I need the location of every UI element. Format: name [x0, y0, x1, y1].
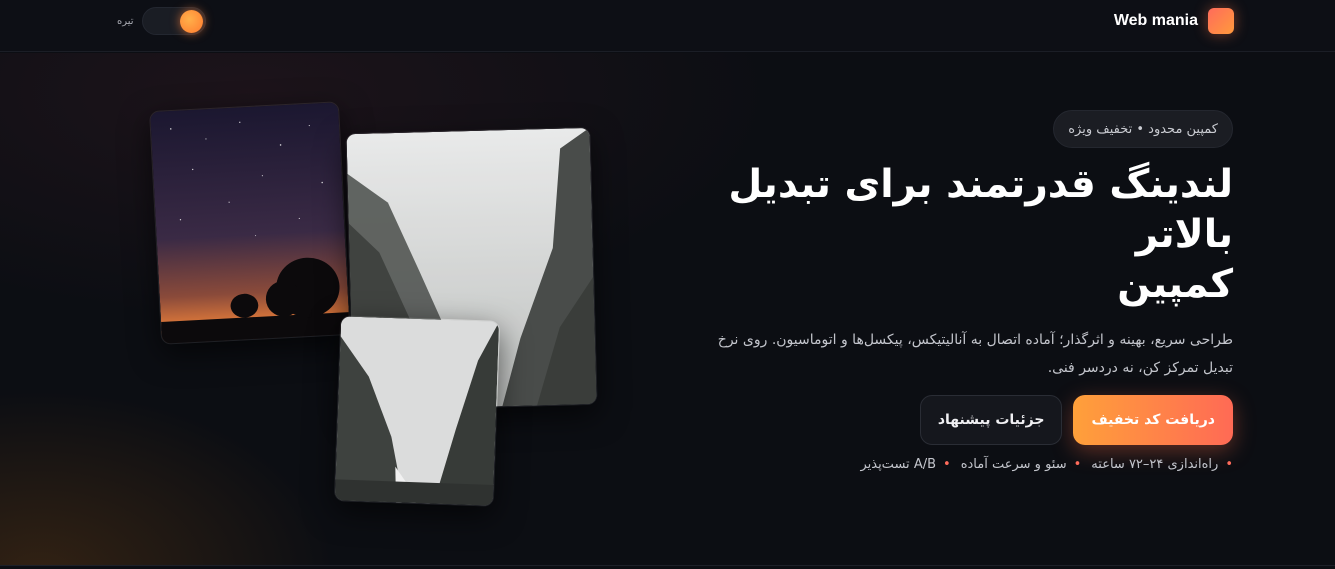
feature-item: • سئو و سرعت آماده — [961, 457, 1082, 472]
sun-icon — [179, 10, 203, 33]
feature-item: • راه‌اندازی ۲۴–۷۲ ساعته — [1091, 457, 1233, 472]
brand[interactable]: Web mania — [1114, 8, 1234, 34]
feature-item: • A/B تست‌پذیر — [860, 457, 950, 472]
theme-toggle[interactable]: تیره — [117, 7, 206, 35]
section-divider — [0, 565, 1335, 566]
campaign-badge: کمپین محدود • تخفیف ویژه — [1053, 110, 1233, 148]
bullet-icon: • — [1073, 457, 1082, 472]
brand-logo-icon — [1208, 8, 1234, 34]
feature-list: • راه‌اندازی ۲۴–۷۲ ساعته • سئو و سرعت آم… — [673, 457, 1233, 472]
hero-title: لندینگ قدرتمند برای تبدیل بالاتر کمپین — [673, 160, 1233, 310]
offer-details-button[interactable]: جزئیات پیشنهاد — [919, 395, 1063, 445]
bullet-icon: • — [943, 457, 951, 472]
theme-toggle-switch[interactable] — [141, 7, 206, 35]
feature-text: راه‌اندازی ۲۴–۷۲ ساعته — [1091, 457, 1219, 472]
hero-subtitle-line-2: تبدیل تمرکز کن، نه دردسر فنی. — [1047, 360, 1233, 376]
hero-subtitle: طراحی سریع، بهینه و اثرگذار؛ آماده اتصال… — [673, 326, 1233, 382]
hero-title-line-2: کمپین — [1117, 262, 1233, 307]
cta-row: دریافت کد تخفیف جزئیات پیشنهاد — [673, 395, 1233, 445]
bullet-icon: • — [1225, 457, 1233, 472]
feature-text: A/B تست‌پذیر — [860, 457, 937, 472]
foggy-waterfall-image — [333, 315, 501, 507]
hero-title-line-1: لندینگ قدرتمند برای تبدیل بالاتر — [728, 162, 1233, 257]
hero-subtitle-line-1: طراحی سریع، بهینه و اثرگذار؛ آماده اتصال… — [717, 332, 1233, 348]
hero-content: کمپین محدود • تخفیف ویژه لندینگ قدرتمند … — [673, 110, 1233, 472]
brand-name: Web mania — [1113, 12, 1198, 29]
get-discount-button[interactable]: دریافت کد تخفیف — [1073, 395, 1233, 445]
feature-text: سئو و سرعت آماده — [960, 457, 1067, 472]
top-navbar: Web mania تیره — [0, 0, 1335, 52]
night-sky-image — [149, 101, 351, 345]
theme-toggle-label: تیره — [117, 15, 134, 27]
